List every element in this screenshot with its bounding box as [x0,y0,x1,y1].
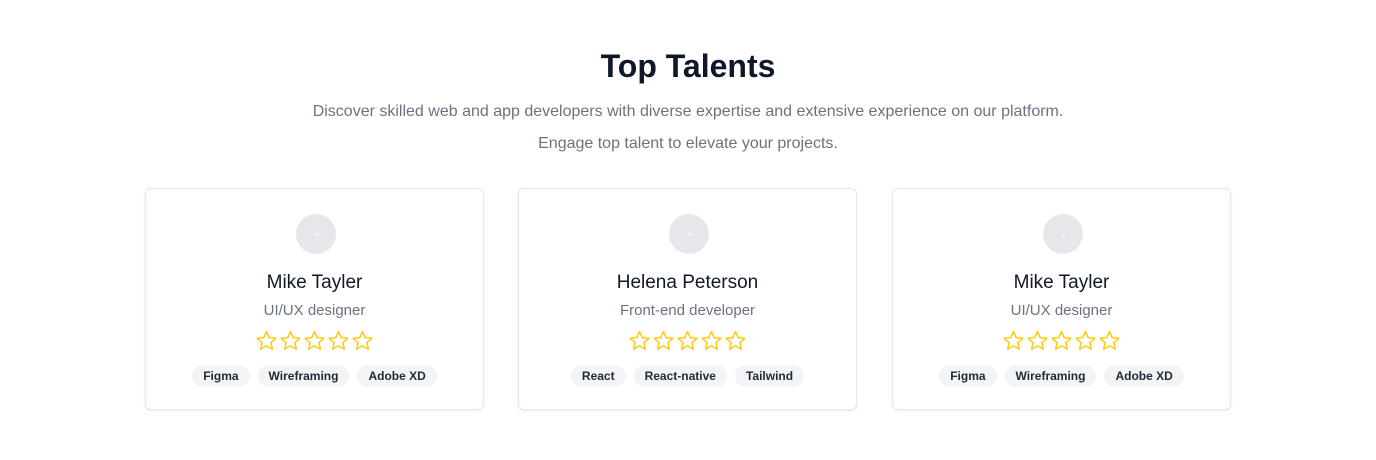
star-icon [256,330,277,351]
skill-tag: React-native [633,365,727,387]
star-icon [304,330,325,351]
avatar [669,214,709,254]
star-icon [677,330,698,351]
skill-tag: Figma [192,365,250,387]
talent-name: Helena Peterson [616,272,759,293]
star-icon [280,330,301,351]
star-icon [1003,330,1024,351]
star-icon [1027,330,1048,351]
talent-role: Front-end developer [619,302,756,319]
talent-name: Mike Tayler [1013,272,1110,293]
talent-card[interactable]: Helena Peterson Front-end developer Reac… [518,188,857,410]
skill-tag: Adobe XD [1104,365,1184,387]
skill-tag: Wireframing [257,365,350,387]
top-talents-section: Top Talents Discover skilled web and app… [0,0,1376,460]
star-icon [653,330,674,351]
skill-tags: Figma Wireframing Adobe XD [893,365,1230,387]
star-icon [701,330,722,351]
skill-tags: React React-native Tailwind [519,365,856,387]
star-icon [1051,330,1072,351]
section-title: Top Talents [600,48,776,84]
section-subtitle-line1: Discover skilled web and app developers … [312,103,1064,120]
talent-role: UI/UX designer [263,302,366,319]
star-icon [328,330,349,351]
section-subtitle-line2: Engage top talent to elevate your projec… [538,135,838,152]
star-rating [146,329,483,353]
star-icon [629,330,650,351]
talent-card[interactable]: Mike Tayler UI/UX designer Figma Wirefra… [145,188,484,410]
avatar [1043,214,1083,254]
star-icon [1099,330,1120,351]
star-icon [1075,330,1096,351]
skill-tag: Figma [939,365,997,387]
skill-tags: Figma Wireframing Adobe XD [146,365,483,387]
talent-card[interactable]: Mike Tayler UI/UX designer Figma Wirefra… [892,188,1231,410]
star-rating [893,329,1230,353]
star-rating [519,329,856,353]
star-icon [352,330,373,351]
avatar [296,214,336,254]
skill-tag: Adobe XD [357,365,437,387]
star-icon [725,330,746,351]
talent-role: UI/UX designer [1010,302,1113,319]
skill-tag: Wireframing [1004,365,1097,387]
talent-name: Mike Tayler [266,272,363,293]
skill-tag: Tailwind [734,365,805,387]
skill-tag: React [570,365,626,387]
